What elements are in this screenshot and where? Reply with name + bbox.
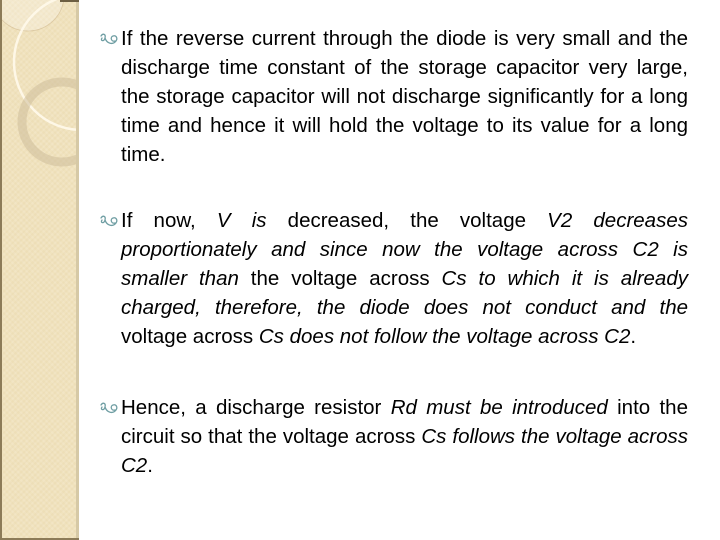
floral-bullet-icon xyxy=(100,33,118,45)
slide-body: If the reverse current through the diode… xyxy=(98,24,688,517)
bullet-item: If now, V is decreased, the voltage V2 d… xyxy=(98,206,688,351)
italic-text-segment: V is xyxy=(216,209,267,232)
decorative-circles xyxy=(0,0,79,167)
floral-bullet-icon xyxy=(100,402,118,414)
bullet-item: If the reverse current through the diode… xyxy=(98,24,688,169)
text-segment: Hence, a discharge resistor xyxy=(121,396,391,419)
bullet-text: If now, V is decreased, the voltage V2 d… xyxy=(121,209,688,348)
sidebar-border-left xyxy=(0,0,2,540)
bullet-text: Hence, a discharge resistor Rd must be i… xyxy=(121,396,688,477)
decorative-sidebar xyxy=(0,0,79,540)
text-segment: the voltage across xyxy=(238,267,442,290)
text-segment: . xyxy=(147,454,153,477)
italic-text-segment: Rd must be introduced xyxy=(390,396,608,419)
floral-bullet-icon xyxy=(100,215,118,227)
text-segment: If now, xyxy=(121,209,217,232)
text-segment: If the reverse current through the diode… xyxy=(121,27,688,166)
bullet-text: If the reverse current through the diode… xyxy=(121,27,688,166)
italic-text-segment: Cs does not follow the voltage across C2 xyxy=(258,325,631,348)
sidebar-border-right xyxy=(76,0,79,540)
text-segment: decreased, the voltage xyxy=(266,209,548,232)
sidebar-border-top xyxy=(60,0,79,2)
text-segment: voltage across xyxy=(121,325,259,348)
bullet-item: Hence, a discharge resistor Rd must be i… xyxy=(98,393,688,480)
text-segment: . xyxy=(630,325,637,348)
